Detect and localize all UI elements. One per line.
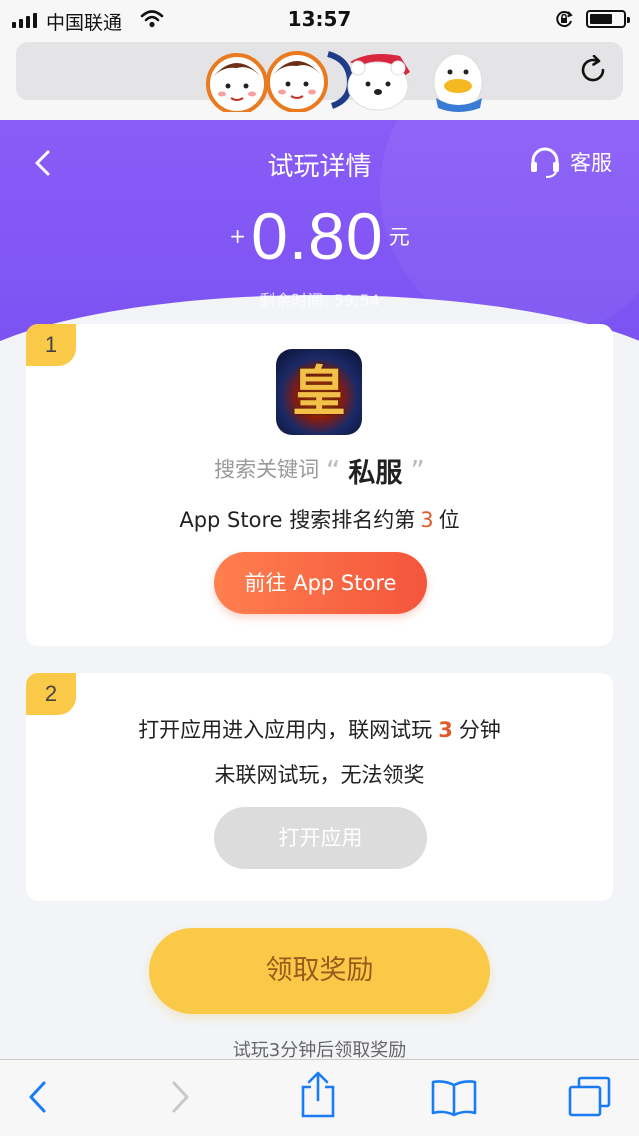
quote-open: “ (325, 454, 341, 487)
share-icon[interactable] (298, 1070, 338, 1120)
keyword-prefix: 搜索关键词 (214, 457, 320, 482)
search-keyword: 私服 (348, 458, 403, 489)
step-number-badge: 2 (26, 673, 76, 715)
step1-card: 1 皇 搜索关键词 “私服” App Store 搜索排名约第 3 位 前往 App… (26, 324, 613, 646)
go-app-store-button[interactable]: 前往 App Store (214, 552, 427, 614)
remaining-time: 剩余时间: 59:54 (0, 287, 639, 311)
trial-warning: 未联网试玩，无法领奖 (214, 763, 425, 787)
step-number-badge: 1 (26, 324, 76, 366)
trial-minutes: 3 (438, 718, 453, 742)
amount-value: 0.80 (251, 199, 384, 273)
back-icon[interactable] (26, 1077, 50, 1117)
open-app-button[interactable]: 打开应用 (214, 807, 427, 869)
trial-prefix: 打开应用进入应用内，联网试玩 (138, 718, 433, 742)
app-icon-glyph: 皇 (292, 360, 346, 423)
browser-address-area (0, 40, 639, 120)
app-icon: 皇 (276, 349, 362, 435)
headset-icon (531, 147, 559, 178)
orientation-lock-icon (556, 11, 573, 28)
trial-instruction: 打开应用进入应用内，联网试玩 3 分钟 (26, 714, 613, 744)
battery-icon (586, 10, 630, 28)
search-rank-line: App Store 搜索排名约第 3 位 (26, 504, 613, 534)
cartoon-banner-image (206, 51, 483, 112)
amount-sign: + (229, 224, 247, 248)
amount-unit: 元 (388, 225, 410, 249)
quote-close: ” (410, 454, 425, 487)
browser-toolbar (0, 1059, 639, 1136)
step2-card: 2 打开应用进入应用内，联网试玩 3 分钟 未联网试玩，无法领奖 打开应用 (26, 673, 613, 901)
tabs-icon[interactable] (567, 1075, 613, 1119)
remaining-value: 59:54 (333, 291, 380, 310)
remaining-label: 剩余时间: (259, 291, 329, 310)
status-bar: 中国联通 13:57 (0, 0, 639, 40)
rank-suffix: 位 (438, 508, 460, 532)
bookmarks-icon[interactable] (430, 1077, 478, 1117)
trial-suffix: 分钟 (458, 718, 501, 742)
search-keyword-line: 搜索关键词 “私服” (26, 451, 613, 490)
customer-service-label: 客服 (570, 151, 612, 175)
reload-icon[interactable] (578, 55, 608, 85)
clock: 13:57 (287, 7, 352, 31)
rank-value: 3 (420, 508, 434, 532)
forward-icon[interactable] (168, 1077, 192, 1117)
customer-service-button[interactable]: 客服 (528, 146, 612, 178)
reward-amount: + 0.80 元 (0, 198, 639, 274)
rank-prefix: App Store 搜索排名约第 (179, 508, 416, 532)
claim-reward-button[interactable]: 领取奖励 (149, 928, 490, 1014)
